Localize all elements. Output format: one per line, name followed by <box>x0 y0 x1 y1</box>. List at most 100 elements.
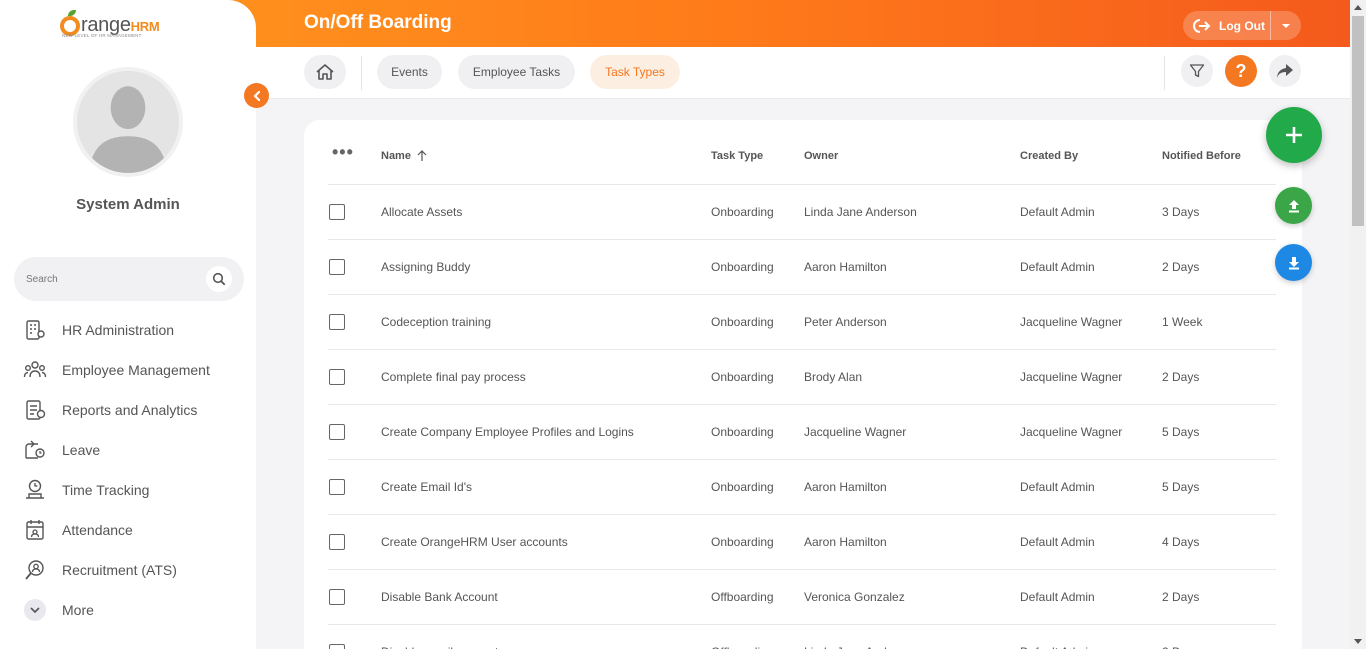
logout-control: Log Out <box>1183 11 1301 40</box>
cell-created-by: Default Admin <box>1020 569 1162 625</box>
table-row[interactable]: Disable Bank Account Offboarding Veronica … <box>328 569 1276 625</box>
cell-created-by: Jacqueline Wagner <box>1020 404 1162 460</box>
search-button[interactable] <box>206 266 232 292</box>
row-checkbox[interactable] <box>329 203 345 220</box>
sidebar-item-label: Recruitment (ATS) <box>62 562 177 578</box>
table-row[interactable]: Allocate Assets Onboarding Linda Jane Ande… <box>328 184 1276 240</box>
cell-name: Allocate Assets <box>381 184 711 240</box>
table-row[interactable]: Complete final pay process Onboarding Brod… <box>328 349 1276 405</box>
table-header-row: ••• Name Task Type Owner Created By Noti… <box>328 128 1276 185</box>
person-silhouette-icon <box>77 71 179 173</box>
sidebar-item-hr-administration[interactable]: HR Administration <box>20 310 250 350</box>
cell-notified-before: 2 Days <box>1162 349 1276 405</box>
cell-task-type: Onboarding <box>711 184 804 240</box>
user-avatar[interactable] <box>73 67 183 177</box>
sidebar-item-employee-management[interactable]: Employee Management <box>20 350 250 390</box>
home-icon <box>316 64 334 80</box>
column-header-created-by[interactable]: Created By <box>1020 128 1162 185</box>
sidebar-item-more[interactable]: More <box>20 590 250 630</box>
cell-task-type: Onboarding <box>711 404 804 460</box>
leave-icon <box>20 435 50 465</box>
cell-select <box>328 184 381 240</box>
add-task-type-button[interactable] <box>1266 107 1322 163</box>
sidebar-item-leave[interactable]: Leave <box>20 430 250 470</box>
tab-task-types[interactable]: Task Types <box>590 55 680 89</box>
page-scrollbar[interactable] <box>1350 0 1366 649</box>
cell-owner: Aaron Hamilton <box>804 514 1020 570</box>
nav-divider <box>361 56 362 90</box>
cell-name: Disable email accounts <box>381 624 711 649</box>
employee-management-icon <box>20 355 50 385</box>
cell-notified-before: 2 Days <box>1162 569 1276 625</box>
cell-task-type: Onboarding <box>711 514 804 570</box>
cell-created-by: Default Admin <box>1020 459 1162 515</box>
cell-select <box>328 239 381 295</box>
row-checkbox[interactable] <box>329 258 345 275</box>
tab-events[interactable]: Events <box>377 55 442 89</box>
download-button[interactable] <box>1275 244 1312 281</box>
table-row[interactable]: Create Email Id's Onboarding Aaron Hamilto… <box>328 459 1276 515</box>
cell-task-type: Onboarding <box>711 239 804 295</box>
row-checkbox[interactable] <box>329 423 345 440</box>
sidebar-item-label: Attendance <box>62 522 133 538</box>
column-header-notified-before[interactable]: Notified Before <box>1162 128 1276 185</box>
column-header-name[interactable]: Name <box>381 128 711 185</box>
cell-task-type: Offboarding <box>711 624 804 649</box>
cell-owner: Peter Anderson <box>804 294 1020 350</box>
scrollbar-thumb[interactable] <box>1352 16 1364 226</box>
cell-notified-before: 2 Days <box>1162 624 1276 649</box>
help-button[interactable]: ? <box>1225 55 1257 87</box>
cell-owner: Aaron Hamilton <box>804 459 1020 515</box>
filter-button[interactable] <box>1181 55 1213 87</box>
recruitment-icon <box>20 555 50 585</box>
row-checkbox[interactable] <box>329 478 345 495</box>
cell-owner: Jacqueline Wagner <box>804 404 1020 460</box>
sidebar-item-recruitment[interactable]: Recruitment (ATS) <box>20 550 250 590</box>
tab-employee-tasks[interactable]: Employee Tasks <box>458 55 575 89</box>
row-checkbox[interactable] <box>329 588 345 605</box>
home-button[interactable] <box>304 55 346 89</box>
cell-task-type: Onboarding <box>711 349 804 405</box>
table-row[interactable]: Disable email accountsOffboardingLinda J… <box>328 624 1276 649</box>
time-tracking-icon <box>20 475 50 505</box>
sidebar-item-time-tracking[interactable]: Time Tracking <box>20 470 250 510</box>
collapse-sidebar-button[interactable] <box>244 83 269 108</box>
cell-select <box>328 624 381 649</box>
cell-owner: Aaron Hamilton <box>804 239 1020 295</box>
row-checkbox[interactable] <box>329 533 345 550</box>
scroll-down-arrow[interactable] <box>1354 639 1362 644</box>
share-button[interactable] <box>1269 55 1301 87</box>
scroll-up-arrow[interactable] <box>1354 5 1362 10</box>
logo-tagline: NEW LEVEL OF HR MANAGEMENT <box>62 33 142 38</box>
cell-select <box>328 294 381 350</box>
logout-dropdown-button[interactable] <box>1271 11 1301 40</box>
table-options-header[interactable]: ••• <box>328 128 381 185</box>
cell-owner: Linda Jane Anderson <box>804 624 1020 649</box>
table-row[interactable]: Create OrangeHRM User accounts Onboarding… <box>328 514 1276 570</box>
cell-select <box>328 349 381 405</box>
cell-name: Assigning Buddy <box>381 239 711 295</box>
column-header-task-type[interactable]: Task Type <box>711 128 804 185</box>
search-input[interactable] <box>26 273 206 285</box>
nav-divider <box>1164 56 1165 90</box>
row-checkbox[interactable] <box>329 368 345 385</box>
cell-owner: Veronica Gonzalez <box>804 569 1020 625</box>
filter-icon <box>1189 64 1205 78</box>
cell-created-by: Default Admin <box>1020 514 1162 570</box>
hr-admin-icon <box>20 315 50 345</box>
sidebar-item-reports-and-analytics[interactable]: Reports and Analytics <box>20 390 250 430</box>
column-header-label: Owner <box>804 149 839 162</box>
row-checkbox[interactable] <box>329 643 345 649</box>
column-header-owner[interactable]: Owner <box>804 128 1020 185</box>
sidebar-item-attendance[interactable]: Attendance <box>20 510 250 550</box>
column-header-label: Created By <box>1020 149 1079 162</box>
logout-button[interactable]: Log Out <box>1183 11 1270 40</box>
cell-name: Complete final pay process <box>381 349 711 405</box>
share-icon <box>1277 64 1293 78</box>
cell-owner: Brody Alan <box>804 349 1020 405</box>
table-row[interactable]: Create Company Employee Profiles and Log… <box>328 404 1276 460</box>
table-row[interactable]: Assigning Buddy Onboarding Aaron Hamilton D… <box>328 239 1276 295</box>
row-checkbox[interactable] <box>329 313 345 330</box>
table-row[interactable]: Codeception training Onboarding Peter Ande… <box>328 294 1276 350</box>
upload-button[interactable] <box>1275 187 1312 224</box>
